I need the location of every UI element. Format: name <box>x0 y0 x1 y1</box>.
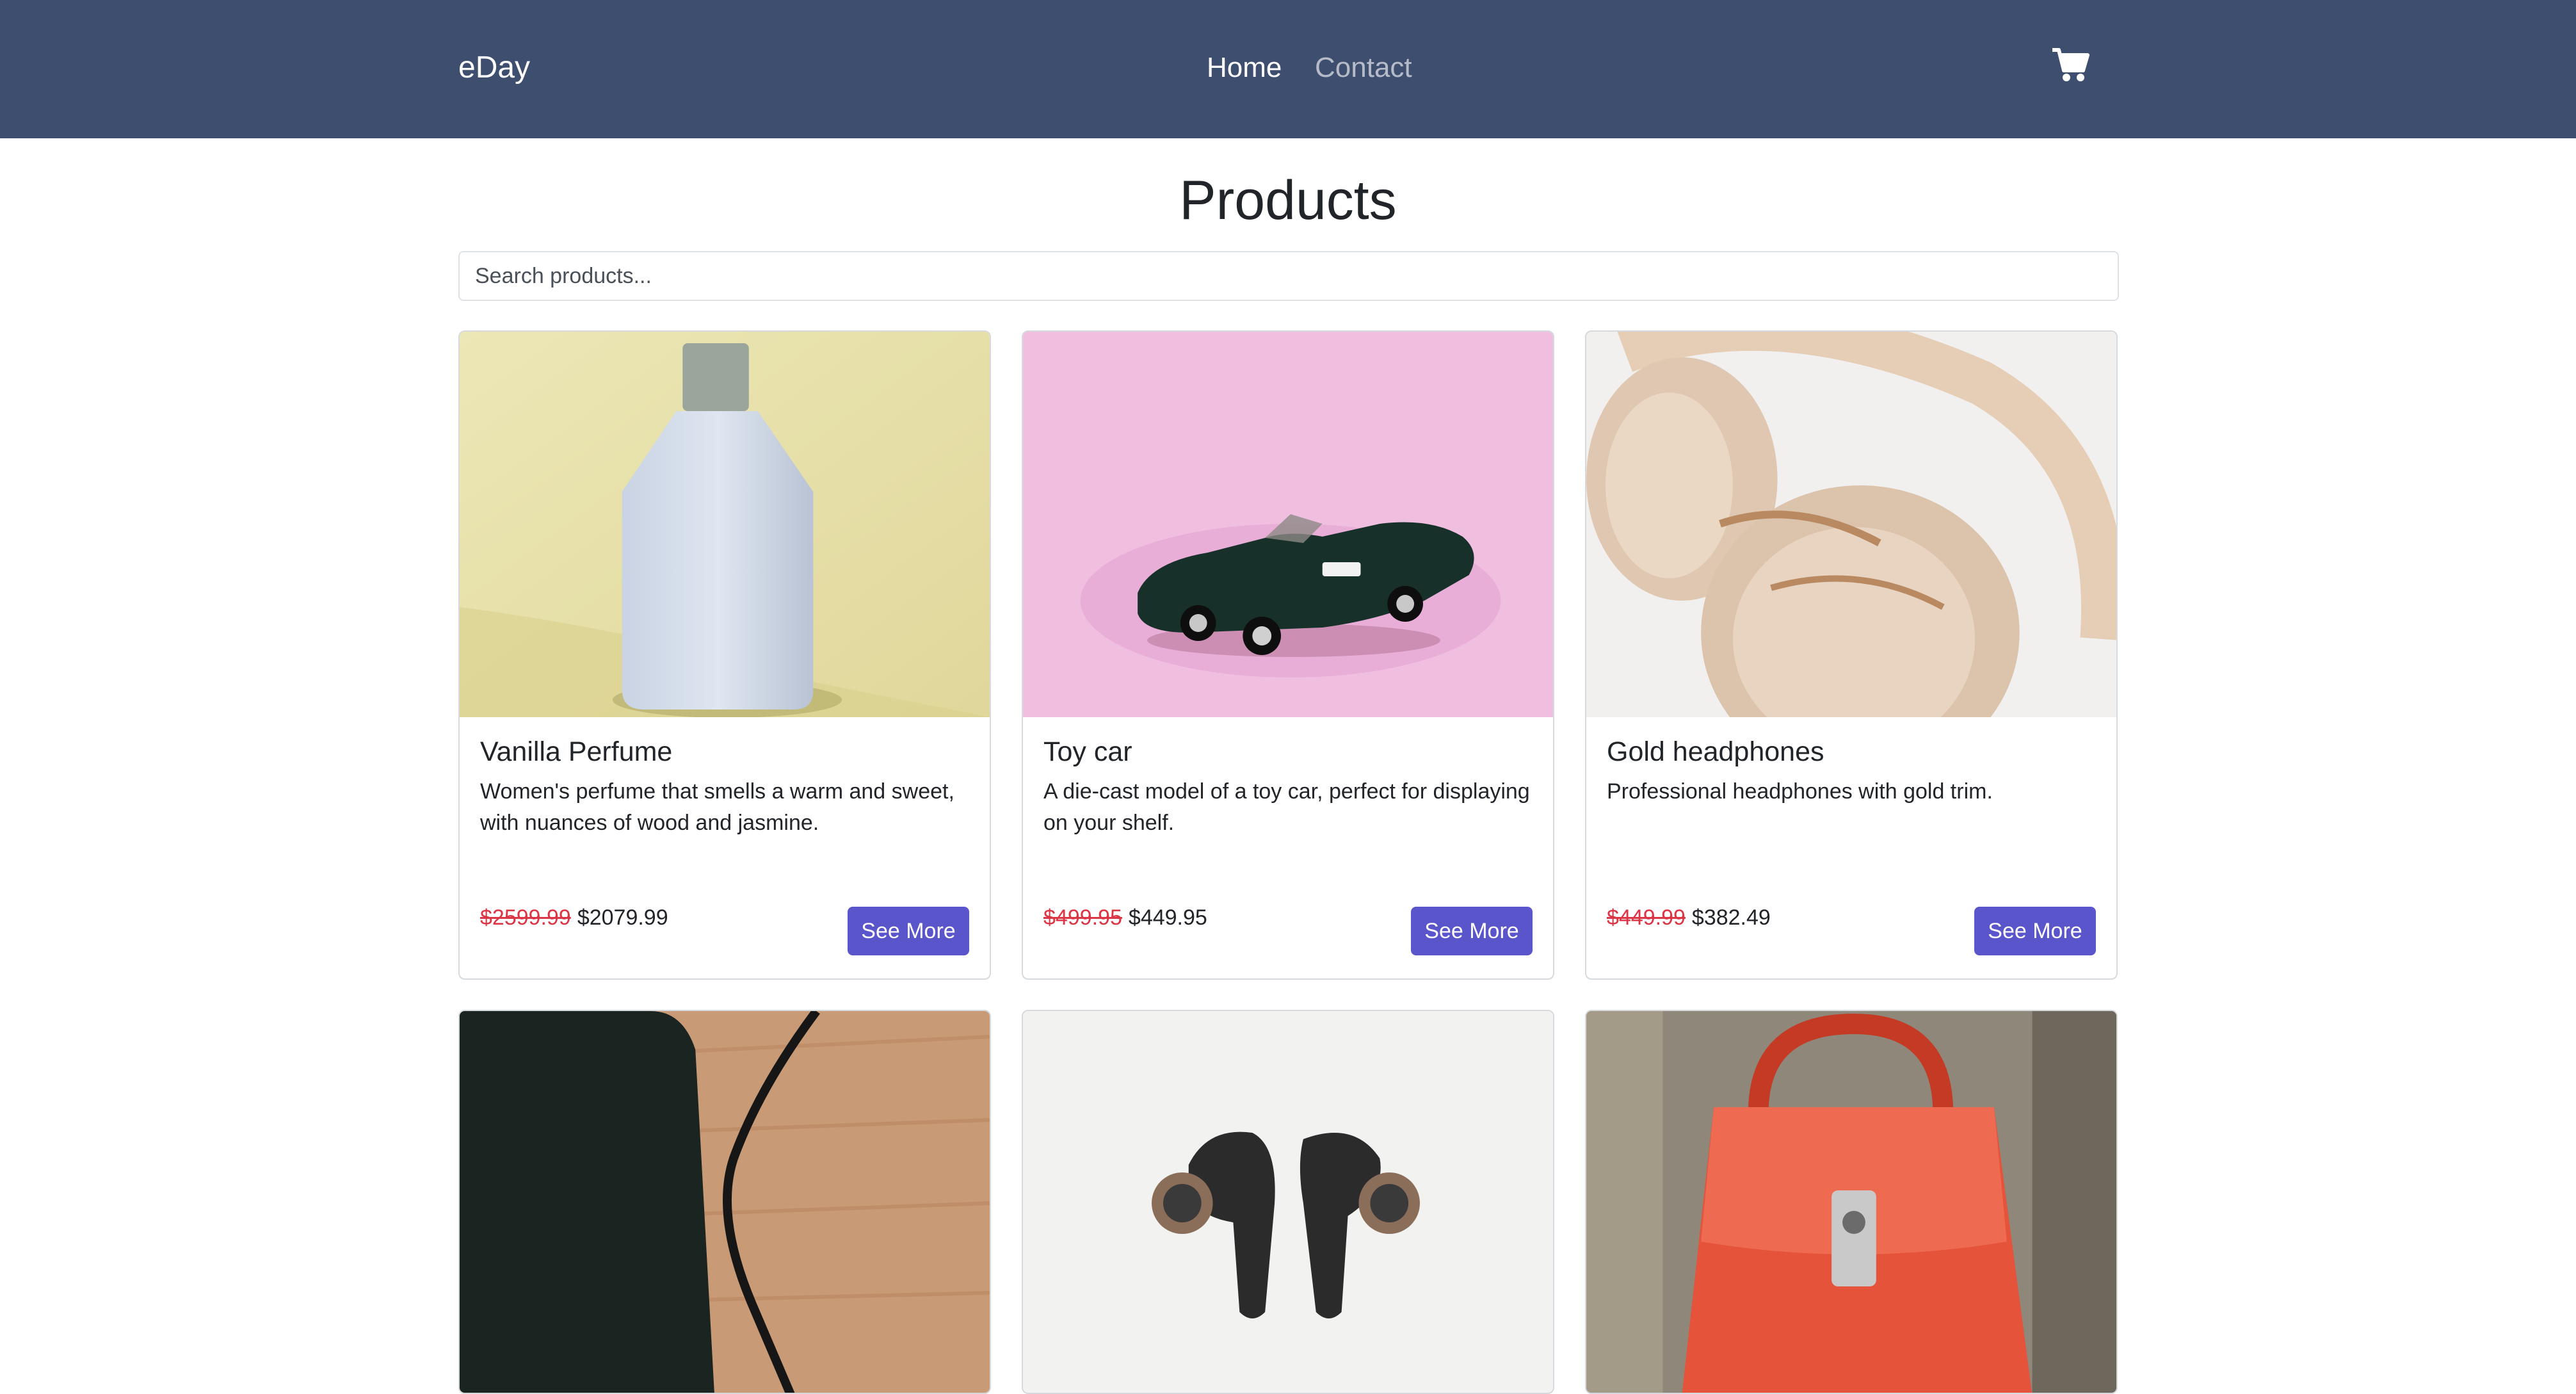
price: $449.99 $382.49 <box>1607 902 1771 934</box>
product-card <box>1022 1010 1554 1394</box>
product-image-phone <box>460 1011 990 1393</box>
old-price: $499.95 <box>1043 905 1122 930</box>
price: $499.95 $449.95 <box>1043 902 1207 934</box>
product-card: Vanilla Perfume Women's perfume that sme… <box>458 330 991 980</box>
price: $2599.99 $2079.99 <box>480 902 668 934</box>
product-image-earbuds <box>1023 1011 1553 1393</box>
product-image-toy-car <box>1023 332 1553 717</box>
product-card <box>1585 1010 2118 1394</box>
product-description: A die-cast model of a toy car, perfect f… <box>1043 779 1530 835</box>
old-price: $449.99 <box>1607 905 1686 930</box>
product-description: Professional headphones with gold trim. <box>1607 779 1993 804</box>
see-more-button[interactable]: See More <box>848 907 969 955</box>
page-title: Products <box>1179 170 1397 231</box>
current-price: $449.95 <box>1128 905 1207 930</box>
product-image-headphones <box>1586 332 2116 717</box>
brand-logo[interactable]: eDay <box>458 49 530 87</box>
product-title[interactable]: Toy car <box>1043 734 1530 770</box>
product-image-handbag <box>1586 1011 2116 1393</box>
see-more-button[interactable]: See More <box>1974 907 2096 955</box>
shopping-cart-icon[interactable] <box>2051 47 2089 83</box>
product-card <box>458 1010 991 1394</box>
product-image-perfume <box>460 332 990 717</box>
search-input[interactable] <box>458 251 2119 301</box>
nav-link-home[interactable]: Home <box>1207 49 1282 87</box>
navbar: eDay Home Contact <box>0 0 2576 138</box>
old-price: $2599.99 <box>480 905 571 930</box>
nav-link-contact[interactable]: Contact <box>1315 49 1412 87</box>
product-card: Gold headphones Professional headphones … <box>1585 330 2118 980</box>
current-price: $382.49 <box>1691 905 1771 930</box>
current-price: $2079.99 <box>577 905 668 930</box>
product-description: Women's perfume that smells a warm and s… <box>480 779 954 835</box>
product-title[interactable]: Gold headphones <box>1607 734 2093 770</box>
see-more-button[interactable]: See More <box>1411 907 1533 955</box>
product-card: Toy car A die-cast model of a toy car, p… <box>1022 330 1554 980</box>
product-title[interactable]: Vanilla Perfume <box>480 734 967 770</box>
